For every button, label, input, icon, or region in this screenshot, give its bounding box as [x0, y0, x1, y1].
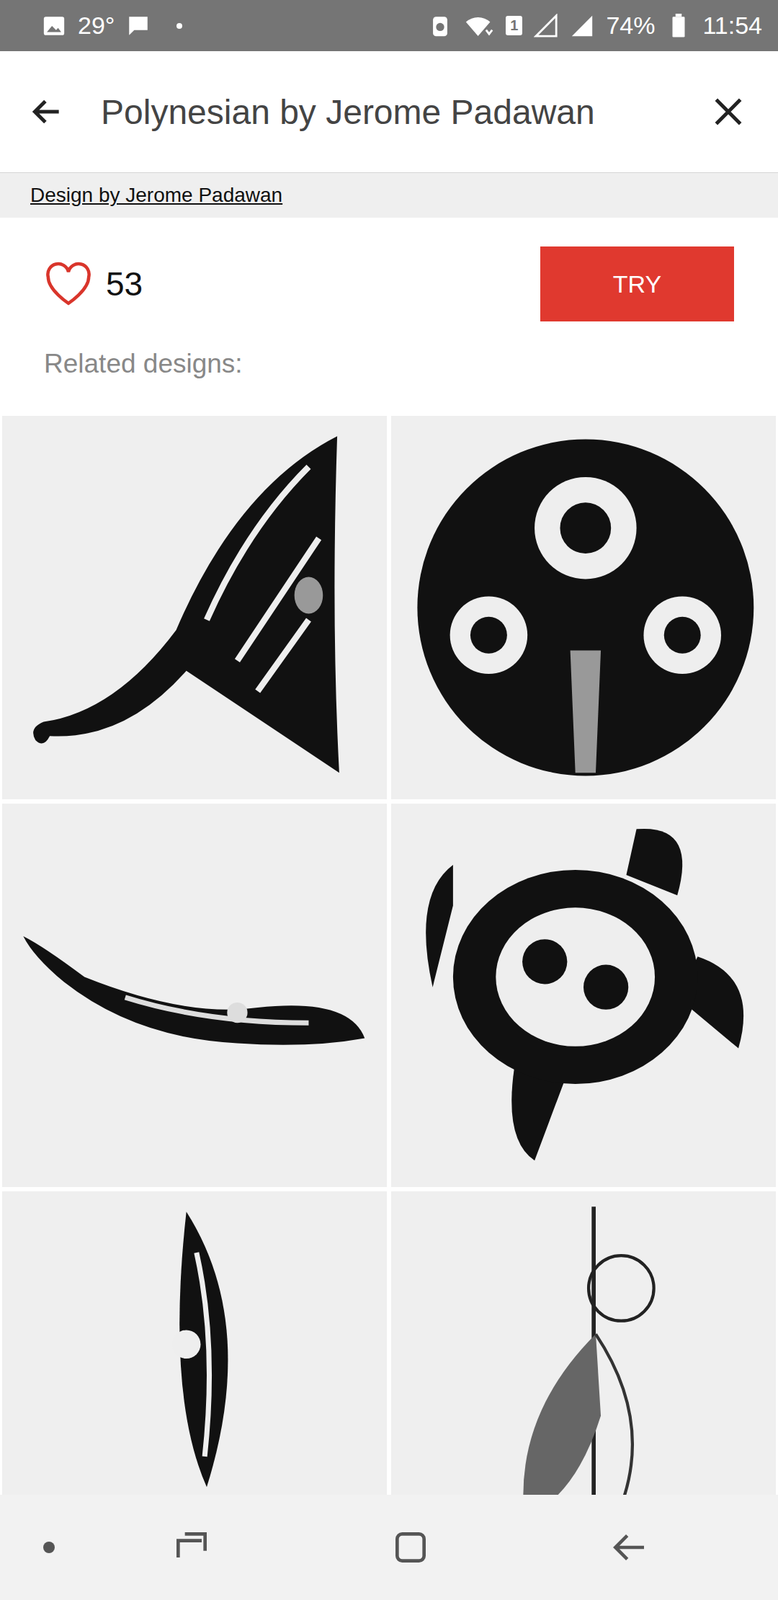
heart-icon[interactable]	[43, 261, 93, 307]
like-count: 53	[105, 264, 143, 304]
like-button[interactable]: 53	[43, 261, 143, 307]
gallery-icon	[41, 13, 67, 39]
notification-dot	[176, 23, 183, 29]
app-bar: Polynesian by Jerome Padawan	[0, 51, 778, 173]
data-saver-icon	[427, 13, 453, 39]
design-image	[391, 803, 776, 1187]
related-label: Related designs:	[43, 347, 735, 381]
design-actions: 53 TRY Related designs:	[0, 217, 778, 416]
signal-icon	[569, 13, 595, 39]
close-icon[interactable]	[710, 93, 747, 130]
nav-dot-icon[interactable]	[28, 1526, 70, 1567]
design-image	[2, 1190, 387, 1495]
design-image	[2, 415, 387, 799]
back-icon[interactable]	[608, 1526, 650, 1567]
navigation-bar	[0, 1494, 778, 1600]
battery-icon	[666, 13, 691, 39]
back-arrow-icon[interactable]	[28, 93, 65, 130]
credit-link[interactable]: Design by Jerome Padawan	[30, 183, 283, 207]
recent-apps-icon[interactable]	[171, 1526, 212, 1567]
related-grid	[0, 415, 778, 1495]
status-bar: 29° 1 74% 11:54	[0, 0, 778, 52]
message-icon	[126, 13, 151, 39]
signal-icon	[533, 13, 559, 39]
sim-badge: 1	[505, 15, 523, 36]
design-tile[interactable]	[391, 415, 776, 799]
design-image	[2, 803, 387, 1187]
design-image	[391, 415, 776, 799]
credit-strip: Design by Jerome Padawan	[0, 172, 778, 218]
home-icon[interactable]	[390, 1526, 431, 1567]
design-tile[interactable]	[2, 1190, 387, 1495]
design-tile[interactable]	[391, 803, 776, 1187]
design-tile[interactable]	[2, 415, 387, 799]
design-tile[interactable]	[2, 803, 387, 1187]
temperature: 29°	[77, 11, 115, 40]
clock: 11:54	[702, 11, 763, 40]
screen: 29° 1 74% 11:54 Polynesian by Jerome Padawan…	[0, 0, 778, 1600]
try-button[interactable]: TRY	[540, 246, 735, 322]
design-tile[interactable]	[391, 1190, 776, 1495]
page-title: Polynesian by Jerome Padawan	[100, 92, 711, 132]
wifi-icon	[463, 13, 495, 39]
battery-level: 74%	[605, 11, 655, 40]
design-image	[391, 1190, 776, 1495]
